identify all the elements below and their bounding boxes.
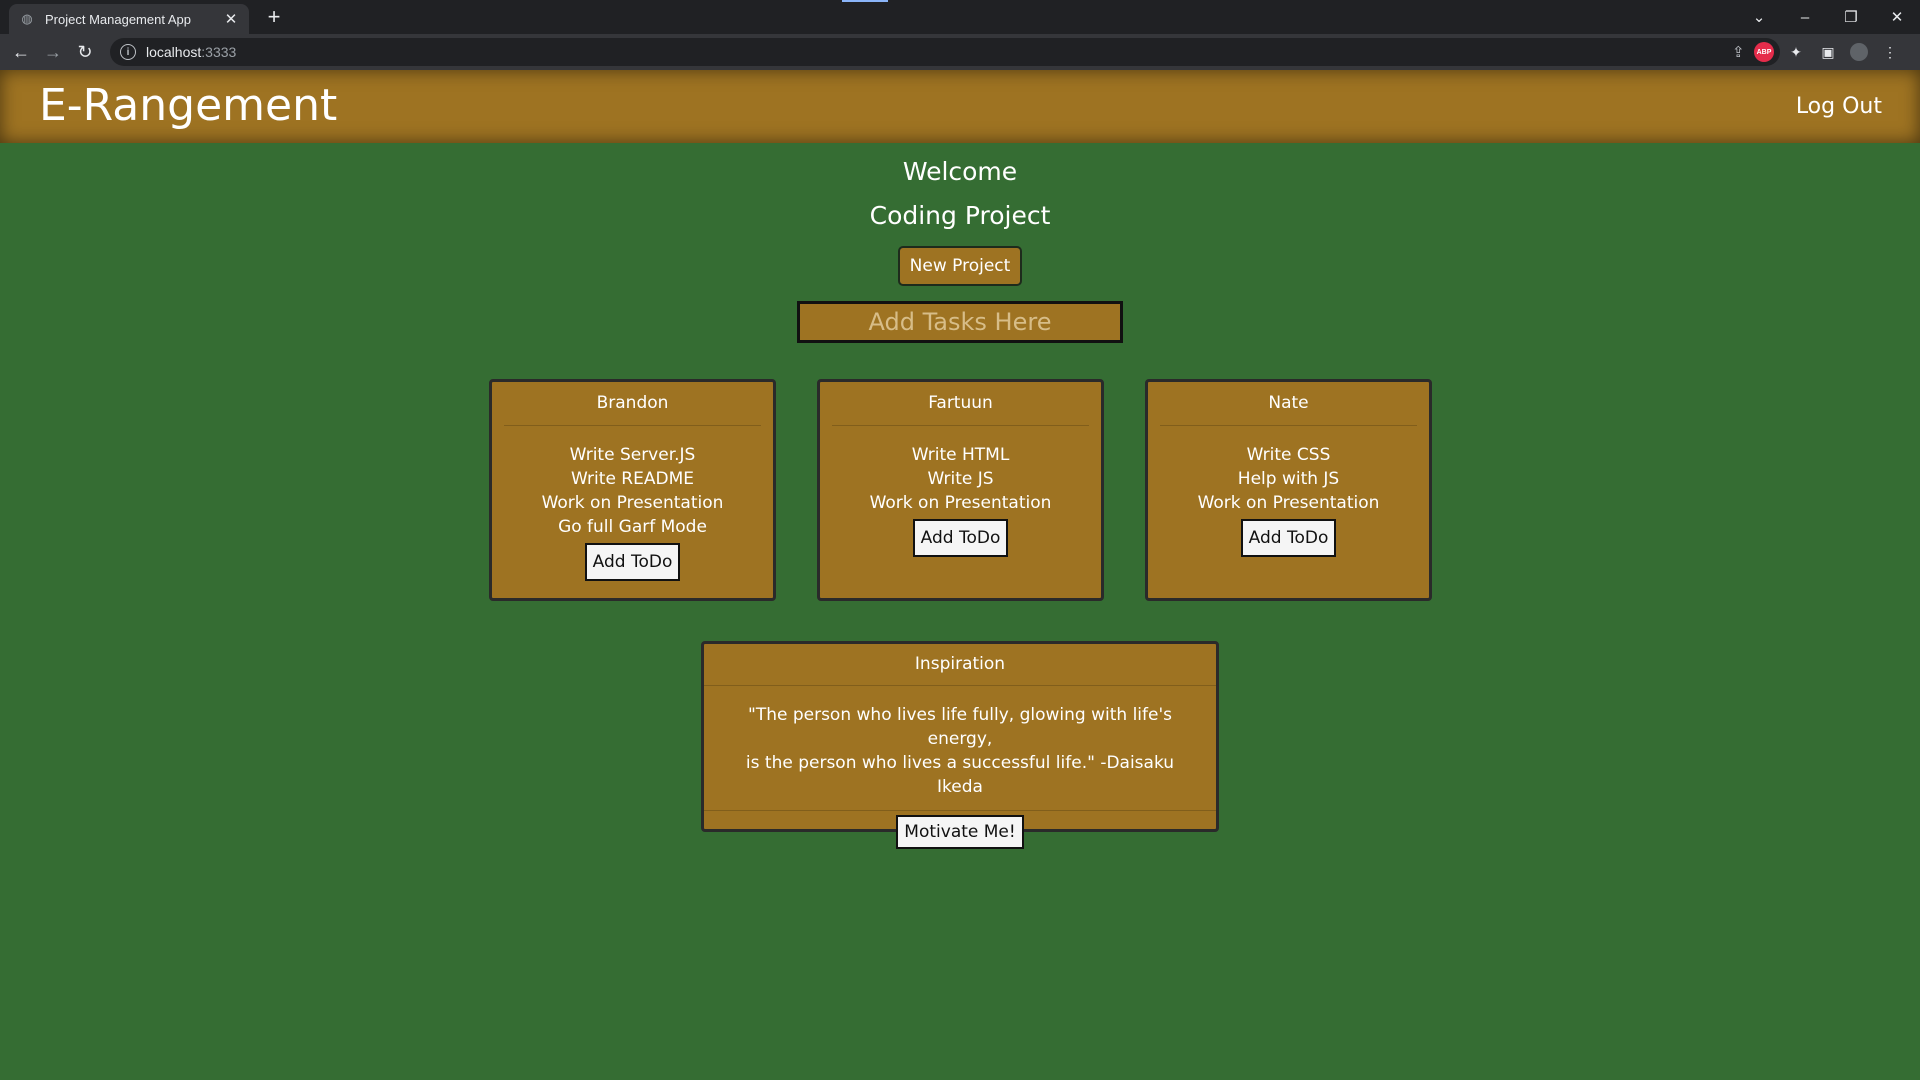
- url-field[interactable]: i localhost:3333 ⇪ ☆: [110, 38, 1780, 66]
- member-name: Fartuun: [832, 382, 1089, 426]
- motivate-me-button[interactable]: Motivate Me!: [896, 815, 1024, 849]
- minimize-icon[interactable]: –: [1782, 0, 1828, 34]
- menu-kebab-icon[interactable]: ⋮: [1880, 42, 1900, 62]
- project-title: Coding Project: [869, 201, 1051, 230]
- extension-toolbar: ABP ✦ ▣ ⋮: [1754, 40, 1900, 64]
- side-panel-icon[interactable]: ▣: [1818, 42, 1838, 62]
- new-project-button[interactable]: New Project: [898, 246, 1022, 286]
- url-host: localhost: [146, 44, 202, 60]
- site-info-icon[interactable]: i: [120, 44, 136, 60]
- tab-strip-indicator: [842, 0, 888, 2]
- task-list: Write Server.JS Write README Work on Pre…: [492, 426, 773, 581]
- task-list: Write HTML Write JS Work on Presentation…: [820, 426, 1101, 557]
- adblock-icon[interactable]: ABP: [1754, 42, 1774, 62]
- task-item: Go full Garf Mode: [558, 517, 707, 537]
- task-item: Work on Presentation: [541, 493, 724, 513]
- member-card-nate: Nate Write CSS Help with JS Work on Pres…: [1145, 379, 1432, 601]
- task-item: Write README: [571, 469, 694, 489]
- back-icon[interactable]: ←: [10, 41, 32, 63]
- url-port: :3333: [201, 44, 237, 60]
- add-todo-button[interactable]: Add ToDo: [1240, 519, 1337, 557]
- tab-search-icon[interactable]: ⌄: [1736, 0, 1782, 34]
- reload-icon[interactable]: ↻: [74, 41, 96, 63]
- quote-line: "The person who lives life fully, glowin…: [748, 705, 1172, 749]
- task-item: Work on Presentation: [869, 493, 1052, 513]
- inspiration-title: Inspiration: [704, 644, 1216, 686]
- share-icon[interactable]: ⇪: [1732, 43, 1745, 61]
- app-title: E-Rangement: [39, 80, 338, 131]
- window-controls: ⌄ – ❐ ✕: [1736, 0, 1920, 34]
- task-item: Write CSS: [1246, 445, 1331, 465]
- member-name: Nate: [1160, 382, 1417, 426]
- member-card-fartuun: Fartuun Write HTML Write JS Work on Pres…: [817, 379, 1104, 601]
- forward-icon[interactable]: →: [42, 41, 64, 63]
- task-item: Write Server.JS: [569, 445, 696, 465]
- task-item: Work on Presentation: [1197, 493, 1380, 513]
- new-tab-button[interactable]: +: [262, 6, 286, 30]
- app-header: E-Rangement Log Out: [0, 70, 1920, 143]
- tab-title: Project Management App: [45, 11, 191, 27]
- task-item: Write HTML: [911, 445, 1010, 465]
- browser-address-bar: ← → ↻ i localhost:3333 ⇪ ☆: [0, 34, 1920, 70]
- task-item: Help with JS: [1237, 469, 1340, 489]
- add-todo-button[interactable]: Add ToDo: [584, 543, 681, 581]
- browser-tab[interactable]: ◍ Project Management App ✕: [9, 4, 249, 34]
- task-list: Write CSS Help with JS Work on Presentat…: [1148, 426, 1429, 557]
- member-name: Brandon: [504, 382, 761, 426]
- profile-avatar[interactable]: [1850, 43, 1868, 61]
- task-item: Write JS: [927, 469, 994, 489]
- member-card-brandon: Brandon Write Server.JS Write README Wor…: [489, 379, 776, 601]
- restore-icon[interactable]: ❐: [1828, 0, 1874, 34]
- add-todo-button[interactable]: Add ToDo: [912, 519, 1009, 557]
- add-tasks-input[interactable]: [797, 301, 1123, 343]
- close-window-icon[interactable]: ✕: [1874, 0, 1920, 34]
- inspiration-card: Inspiration "The person who lives life f…: [701, 641, 1219, 849]
- welcome-heading: Welcome: [902, 157, 1018, 186]
- extensions-puzzle-icon[interactable]: ✦: [1786, 42, 1806, 62]
- logout-link[interactable]: Log Out: [1796, 94, 1882, 119]
- close-tab-icon[interactable]: ✕: [223, 10, 239, 28]
- quote-line: is the person who lives a successful lif…: [745, 753, 1175, 797]
- inspiration-quote: "The person who lives life fully, glowin…: [704, 686, 1216, 811]
- globe-icon: ◍: [21, 11, 33, 26]
- browser-tab-bar: ◍ Project Management App ✕ + ⌄ – ❐ ✕: [0, 0, 1920, 34]
